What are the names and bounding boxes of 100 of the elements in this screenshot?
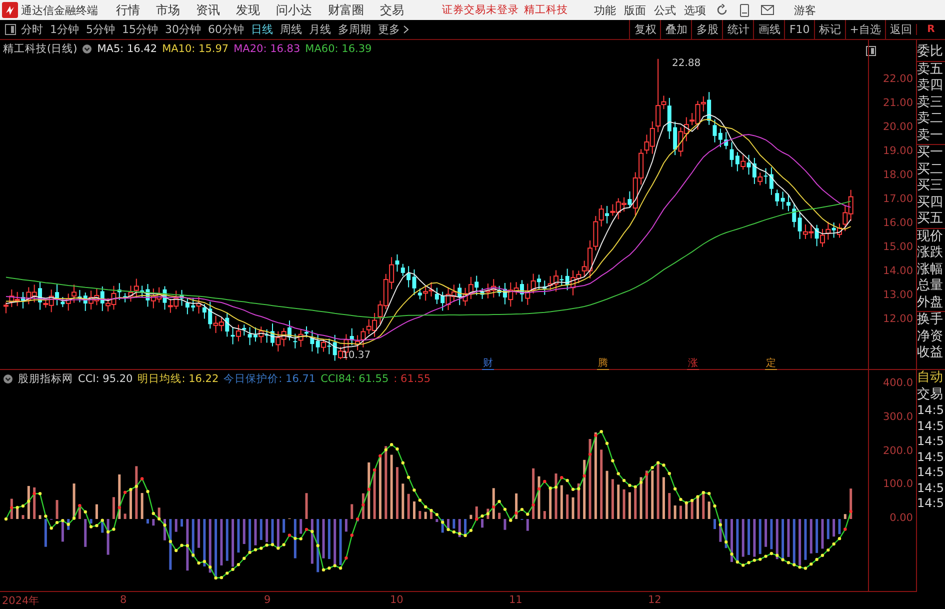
price-tick-label: 15.00	[882, 241, 913, 253]
indicator-tick-label: 400.0	[882, 377, 913, 390]
price-tick-label: 17.00	[882, 193, 913, 205]
trade-time: 14:5	[917, 403, 945, 418]
date-label: 9	[264, 594, 271, 606]
quote-label: 买五	[917, 211, 945, 228]
price-tick-label: 20.00	[882, 121, 913, 133]
period-tab[interactable]: 更多	[378, 22, 409, 37]
indicator-name: 股朋指标网	[18, 372, 73, 386]
indicator-value: 明日均线: 16.22	[138, 372, 219, 386]
quote-label: 总量	[917, 278, 944, 294]
stock-name: 精工科技	[524, 3, 568, 17]
price-tick-label: 14.00	[882, 265, 913, 277]
quote-label: 买一	[917, 145, 944, 162]
trade-time: 14:5	[917, 480, 945, 496]
indicator-tick-label: 200.0	[882, 445, 913, 458]
indicator-value: CCI: 95.20	[78, 373, 133, 386]
quote-label: 卖五	[917, 62, 944, 78]
app-logo-icon	[2, 2, 18, 18]
toolbar-button[interactable]: 统计	[722, 20, 754, 39]
date-label: 10	[390, 594, 404, 606]
side-tab[interactable]: 交易	[917, 386, 945, 403]
price-tick-label: 22.00	[882, 73, 913, 85]
toolbar-button[interactable]: 画线	[753, 20, 784, 39]
trade-time: 14:5	[917, 418, 945, 434]
high-price-label: 22.88	[672, 58, 701, 69]
period-tab[interactable]: 30分钟	[165, 22, 201, 37]
menu-item[interactable]: 市场	[156, 2, 180, 18]
quote-label: 涨幅	[917, 262, 944, 278]
toolbar-button[interactable]: 返回	[885, 20, 916, 39]
period-tab[interactable]: 日线	[251, 22, 273, 37]
period-tab[interactable]: 15分钟	[122, 22, 158, 37]
ma-value: MA5: 16.42	[97, 43, 158, 55]
toolbar-button[interactable]: 标记	[814, 20, 845, 39]
trade-time: 14:5	[917, 496, 945, 512]
quote-label: 现价	[917, 228, 944, 245]
dropdown-icon[interactable]	[3, 374, 13, 384]
menu-item[interactable]: 行情	[116, 2, 140, 18]
date-label: 12	[648, 594, 662, 606]
quote-label: 涨跌	[917, 245, 944, 262]
app-name: 通达信金融终端	[21, 2, 98, 18]
quote-label: 卖一	[917, 128, 945, 145]
period-tab[interactable]: 1分钟	[50, 22, 79, 37]
period-tab[interactable]: 60分钟	[208, 22, 244, 37]
side-tab[interactable]: 自动	[917, 370, 945, 386]
menu-item[interactable]: 功能	[594, 2, 616, 18]
quote-label: 卖四	[917, 78, 944, 94]
toolbar-button[interactable]: 复权	[629, 20, 660, 39]
date-label: 11	[509, 594, 522, 606]
toolbar-button[interactable]: 叠加	[660, 20, 692, 39]
quote-label: 收益	[917, 345, 944, 362]
ma-value: MA60: 16.39	[305, 43, 372, 55]
chart-title: 精工科技(日线)	[3, 42, 78, 56]
price-tick-label: 18.00	[882, 169, 913, 181]
trade-time: 14:5	[917, 434, 945, 450]
menu-item[interactable]: 公式	[654, 2, 676, 18]
ma-value: MA20: 16.83	[234, 43, 300, 55]
menu-item[interactable]: 资讯	[196, 2, 220, 18]
price-tick-label: 16.00	[882, 217, 913, 229]
dropdown-icon[interactable]	[82, 44, 92, 54]
trade-time: 14:5	[917, 450, 945, 465]
quote-label: 买三	[917, 178, 944, 194]
toolbar-button[interactable]: F10	[784, 20, 814, 39]
period-tab[interactable]: 5分钟	[86, 22, 115, 37]
indicator-value: CCI84: 61.55	[320, 373, 389, 386]
toolbar-button[interactable]: 多股	[691, 20, 722, 39]
price-tick-label: 12.00	[882, 313, 913, 325]
period-tab[interactable]: 多周期	[338, 22, 371, 37]
quote-label: 买二	[917, 162, 944, 178]
chevron-icon	[403, 25, 409, 34]
r-mark: R	[916, 24, 945, 35]
ma-value: MA10: 15.97	[162, 43, 229, 55]
price-tick-label: 19.00	[882, 145, 913, 157]
price-tick-label: 13.00	[882, 289, 913, 301]
mail-icon[interactable]	[761, 5, 774, 15]
trade-time: 14:5	[917, 465, 945, 480]
phone-icon[interactable]	[740, 4, 749, 16]
period-tab[interactable]: 分时	[21, 22, 43, 37]
menu-item[interactable]: 问小达	[276, 2, 312, 18]
menu-item[interactable]: 版面	[624, 2, 646, 18]
menu-item[interactable]: 交易	[380, 2, 404, 18]
date-label: 8	[120, 594, 127, 606]
period-tab[interactable]: 周线	[280, 22, 302, 37]
quote-label: 净资	[917, 328, 944, 345]
user-button[interactable]: 游客	[794, 2, 816, 18]
quote-label: 卖三	[917, 94, 944, 111]
menu-item[interactable]: 选项	[684, 2, 706, 18]
price-tick-label: 21.00	[882, 97, 913, 109]
indicator-tick-label: 100.0	[882, 478, 913, 490]
menu-item[interactable]: 发现	[236, 2, 260, 18]
panel-icon[interactable]	[866, 46, 876, 56]
toolbar-button[interactable]: +自选	[844, 20, 885, 39]
refresh-icon[interactable]	[716, 4, 728, 16]
period-tab[interactable]: 月线	[309, 22, 331, 37]
quote-label: 外盘	[917, 294, 945, 312]
quote-label: 换手	[917, 312, 944, 328]
panel-toggle-icon[interactable]	[5, 24, 16, 35]
quote-label: 卖二	[917, 111, 944, 128]
menu-item[interactable]: 财富圈	[328, 2, 364, 18]
date-label: 2024年	[2, 594, 40, 608]
